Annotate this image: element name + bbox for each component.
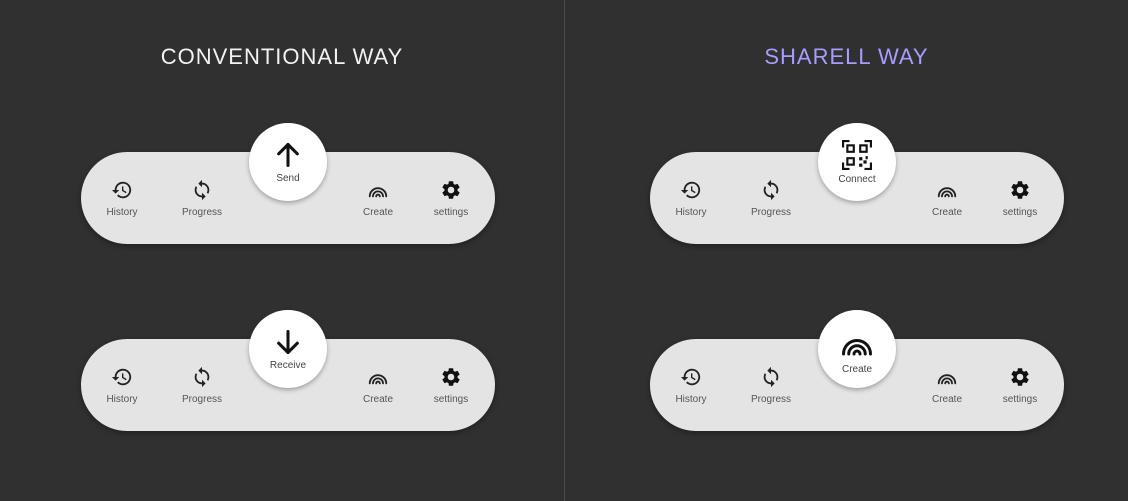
conventional-title: CONVENTIONAL WAY xyxy=(160,44,404,69)
center-create-button[interactable]: Create xyxy=(818,310,896,388)
center-send-button[interactable]: Send xyxy=(249,123,327,201)
broadcast-icon xyxy=(839,324,875,360)
nav-item-label: Progress xyxy=(181,206,222,218)
nav-item-label: Progress xyxy=(181,393,222,405)
nav-item-history[interactable]: History xyxy=(656,339,726,431)
center-button-label: Connect xyxy=(838,173,876,185)
nav-item-progress[interactable]: Progress xyxy=(167,152,237,244)
conventional-panel: CONVENTIONAL WAY History Progress Create se… xyxy=(0,0,564,501)
nav-bar-send: History Progress Create settings Send xyxy=(81,123,495,244)
nav-bar-receive: History Progress Create settings Receive xyxy=(81,310,495,431)
gear-icon xyxy=(1009,179,1031,201)
history-icon xyxy=(111,366,133,388)
broadcast-icon xyxy=(367,366,389,388)
nav-bar-create: History Progress Create settings Create xyxy=(650,310,1064,431)
broadcast-icon xyxy=(367,179,389,201)
nav-item-progress[interactable]: Progress xyxy=(736,339,806,431)
broadcast-icon xyxy=(936,366,958,388)
center-button-label: Create xyxy=(841,363,872,375)
nav-item-label: Progress xyxy=(750,393,791,405)
nav-item-progress[interactable]: Progress xyxy=(167,339,237,431)
sync-icon xyxy=(191,366,213,388)
center-connect-button[interactable]: Connect xyxy=(818,123,896,201)
nav-item-label: Progress xyxy=(750,206,791,218)
arrow-up-icon xyxy=(274,141,302,169)
nav-item-label: History xyxy=(675,206,707,218)
nav-item-label: settings xyxy=(1002,393,1038,405)
nav-item-label: settings xyxy=(433,393,469,405)
history-icon xyxy=(111,179,133,201)
nav-item-history[interactable]: History xyxy=(87,339,157,431)
nav-item-label: settings xyxy=(1002,206,1038,218)
center-receive-button[interactable]: Receive xyxy=(249,310,327,388)
sharell-title: SHARELL WAY xyxy=(764,44,929,69)
nav-item-create[interactable]: Create xyxy=(912,152,982,244)
gear-icon xyxy=(1009,366,1031,388)
broadcast-icon xyxy=(936,179,958,201)
history-icon xyxy=(680,366,702,388)
nav-item-label: Create xyxy=(931,393,962,405)
nav-item-label: History xyxy=(106,206,138,218)
nav-item-label: Create xyxy=(362,206,393,218)
sync-icon xyxy=(191,179,213,201)
nav-item-settings[interactable]: settings xyxy=(985,152,1055,244)
nav-item-settings[interactable]: settings xyxy=(416,339,486,431)
nav-item-create[interactable]: Create xyxy=(912,339,982,431)
nav-item-settings[interactable]: settings xyxy=(985,339,1055,431)
sync-icon xyxy=(760,366,782,388)
nav-item-create[interactable]: Create xyxy=(343,152,413,244)
nav-item-label: settings xyxy=(433,206,469,218)
nav-item-settings[interactable]: settings xyxy=(416,152,486,244)
nav-item-label: History xyxy=(675,393,707,405)
nav-bar-connect: History Progress Create settings Connect xyxy=(650,123,1064,244)
nav-item-label: History xyxy=(106,393,138,405)
center-button-label: Receive xyxy=(269,359,307,371)
nav-item-create[interactable]: Create xyxy=(343,339,413,431)
nav-item-label: Create xyxy=(931,206,962,218)
sync-icon xyxy=(760,179,782,201)
nav-item-history[interactable]: History xyxy=(87,152,157,244)
qr-code-icon xyxy=(842,139,872,170)
nav-item-label: Create xyxy=(362,393,393,405)
gear-icon xyxy=(440,366,462,388)
nav-item-progress[interactable]: Progress xyxy=(736,152,806,244)
arrow-down-icon xyxy=(274,328,302,356)
gear-icon xyxy=(440,179,462,201)
history-icon xyxy=(680,179,702,201)
center-button-label: Send xyxy=(276,172,300,184)
sharell-panel: SHARELL WAY History Progress Create setting… xyxy=(565,0,1128,501)
nav-item-history[interactable]: History xyxy=(656,152,726,244)
